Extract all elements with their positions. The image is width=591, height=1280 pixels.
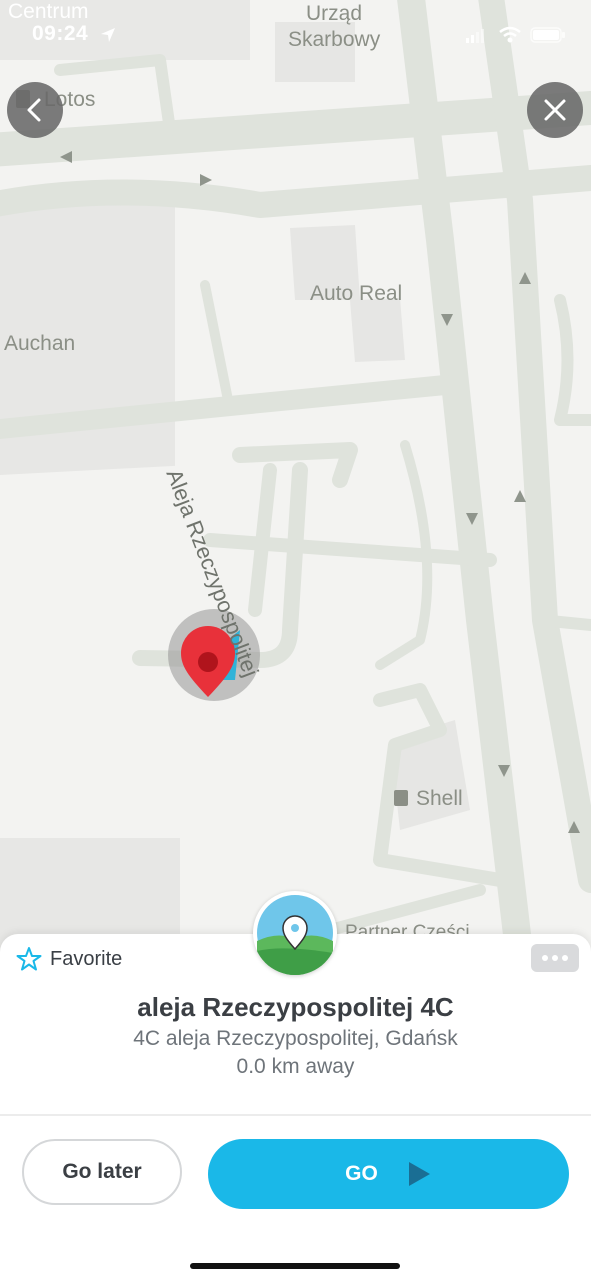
carrier-label: Centrum [8,0,89,23]
status-time: 09:24 [32,22,89,45]
go-label: GO [345,1162,378,1185]
play-icon [408,1162,430,1186]
go-later-button[interactable]: Go later [22,1139,182,1205]
place-details-sheet: Favorite aleja Rzeczypospolitej 4C 4C al… [0,934,591,1280]
more-options-button[interactable] [531,944,579,972]
battery-icon [530,27,565,43]
star-icon [16,947,42,971]
place-address: 4C aleja Rzeczypospolitej, Gdańsk [133,1027,458,1050]
chevron-left-icon [27,98,41,122]
place-distance: 0.0 km away [236,1055,355,1078]
poi-label-auchan: Auchan [4,332,76,355]
poi-label-shell: Shell [416,787,463,810]
favorite-label: Favorite [50,947,123,970]
map-roads [0,0,591,960]
poi-label-auto-real: Auto Real [310,282,403,305]
status-bar: Centrum 09:24 [0,0,591,50]
location-illustration-icon [257,895,333,975]
place-thumbnail [253,891,337,975]
divider [0,1114,591,1116]
favorite-button[interactable]: Favorite [16,946,122,972]
close-button[interactable] [527,82,583,138]
go-button[interactable]: GO [208,1139,569,1209]
map-view[interactable]: Urząd Skarbowy Lotos Auto Real Auchan Sh… [0,0,591,960]
place-title: aleja Rzeczypospolitej 4C [137,992,454,1022]
close-icon [544,99,566,121]
wifi-icon [499,26,521,43]
back-button[interactable] [7,82,63,138]
more-icon [542,955,548,961]
home-indicator[interactable] [190,1263,400,1269]
location-arrow-icon [101,28,115,42]
signal-icon [466,29,484,43]
